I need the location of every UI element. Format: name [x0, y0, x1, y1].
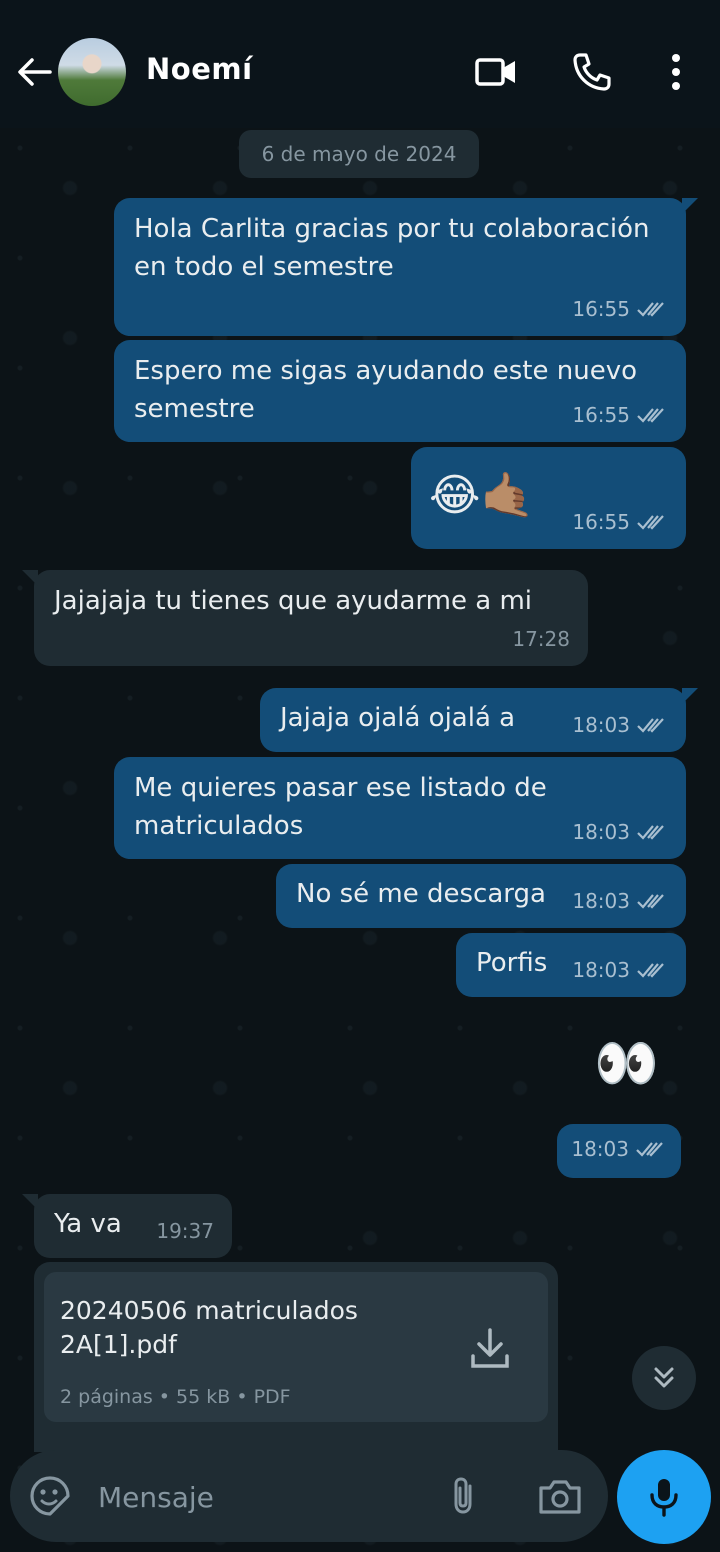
message-time: 18:03 [571, 1137, 629, 1161]
message-meta: 16:55 [572, 290, 668, 328]
message-bubble[interactable]: Espero me sigas ayudando este nuevo seme… [114, 340, 686, 442]
message-time: 16:55 [572, 510, 630, 534]
message-text: Hola Carlita gracias por tu colaboración… [134, 214, 650, 282]
date-chip: 6 de mayo de 2024 [239, 130, 479, 178]
double-check-icon [637, 825, 664, 840]
message-bubble[interactable]: No sé me descarga 18:03 [276, 864, 686, 928]
voice-record-button[interactable] [617, 1450, 711, 1544]
double-check-icon [637, 515, 664, 530]
document-message[interactable]: 20240506 matriculados 2A[1].pdf 2 página… [34, 1262, 558, 1452]
double-check-icon [637, 718, 664, 733]
message-meta: 17:28 [512, 620, 570, 658]
message-meta: 19:37 [156, 1212, 214, 1250]
message-time: 16:55 [572, 297, 630, 321]
double-check-icon [636, 1142, 663, 1157]
message-meta: 16:55 [572, 503, 668, 541]
message-composer [10, 1450, 608, 1542]
message-input[interactable] [96, 1474, 420, 1520]
sticker-icon[interactable] [28, 1474, 72, 1518]
double-check-icon [637, 302, 664, 317]
message-bubble[interactable]: Ya va 19:37 [22, 1194, 232, 1258]
message-time: 18:03 [572, 958, 630, 982]
double-chevron-down-icon [654, 1367, 674, 1388]
message-meta: 18:03 [572, 951, 668, 989]
message-bubble[interactable]: Jajaja ojalá ojalá a 18:03 [260, 688, 698, 752]
double-check-icon [637, 408, 664, 423]
chat-header: Noemí [0, 0, 720, 128]
message-meta: 18:03 [571, 1130, 667, 1168]
document-meta: 2 páginas • 55 kB • PDF [60, 1386, 291, 1408]
phone-icon[interactable] [570, 50, 614, 94]
video-call-icon[interactable] [474, 50, 518, 94]
back-arrow-icon[interactable] [14, 52, 54, 92]
document-card[interactable]: 20240506 matriculados 2A[1].pdf 2 página… [44, 1272, 548, 1422]
message-meta: 16:55 [572, 396, 668, 434]
document-name: 20240506 matriculados 2A[1].pdf [60, 1296, 358, 1359]
message-bubble[interactable]: Porfis 18:03 [456, 933, 686, 997]
message-time: 18:03 [572, 820, 630, 844]
message-time: 16:55 [572, 403, 630, 427]
message-time: 19:37 [156, 1219, 214, 1243]
message-bubble[interactable]: Jajajaja tu tienes que ayudarme a mi 17:… [22, 570, 588, 666]
message-meta: 18:03 [572, 706, 668, 744]
message-time: 17:28 [512, 627, 570, 651]
paperclip-icon[interactable] [442, 1474, 486, 1518]
more-vertical-icon[interactable] [656, 50, 700, 94]
message-meta: 18:03 [572, 813, 668, 851]
microphone-icon [650, 1479, 678, 1517]
message-bubble[interactable]: 18:03 [557, 1124, 681, 1178]
contact-name[interactable]: Noemí [146, 52, 253, 86]
avatar[interactable] [58, 38, 126, 106]
double-check-icon [637, 894, 664, 909]
message-bubble[interactable]: 😂🤙🏽 16:55 [411, 447, 686, 549]
scroll-to-bottom-button[interactable] [632, 1346, 696, 1410]
message-text: Jajajaja tu tienes que ayudarme a mi [54, 586, 533, 616]
camera-icon[interactable] [536, 1474, 584, 1518]
download-icon[interactable] [464, 1324, 516, 1376]
message-bubble[interactable]: Hola Carlita gracias por tu colaboración… [114, 198, 698, 336]
eyes-emoji[interactable]: 👀 [594, 1034, 659, 1094]
message-bubble[interactable]: Me quieres pasar ese listado de matricul… [114, 757, 686, 859]
message-time: 18:03 [572, 713, 630, 737]
double-check-icon [637, 963, 664, 978]
message-meta: 18:03 [572, 882, 668, 920]
message-time: 18:03 [572, 889, 630, 913]
